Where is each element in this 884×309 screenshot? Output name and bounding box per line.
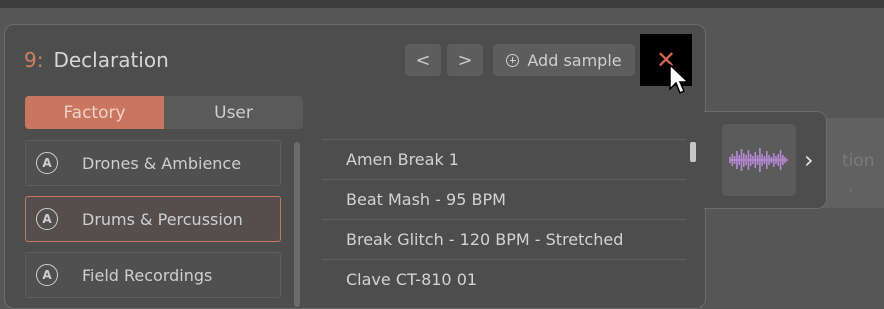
sample-list: Amen Break 1 Beat Mash - 95 BPM Break Gl… bbox=[322, 139, 686, 299]
slot-number: 9: bbox=[24, 48, 44, 72]
library-tabs: Factory User bbox=[25, 96, 303, 129]
preset-name: Declaration bbox=[53, 48, 169, 72]
waveform-thumbnail[interactable] bbox=[722, 124, 796, 196]
next-button[interactable]: > bbox=[447, 44, 483, 76]
sample-item[interactable]: Amen Break 1 bbox=[322, 139, 686, 179]
dialog-title: 9: Declaration bbox=[24, 48, 169, 72]
previous-button[interactable]: < bbox=[405, 44, 441, 76]
category-label: Drones & Ambience bbox=[82, 153, 242, 173]
chevron-left-icon: < bbox=[415, 49, 431, 71]
window-top-strip bbox=[0, 0, 884, 8]
category-drums-percussion[interactable]: A Drums & Percussion bbox=[25, 196, 281, 242]
category-icon: A bbox=[36, 208, 58, 230]
tab-user[interactable]: User bbox=[164, 96, 303, 129]
category-field-recordings[interactable]: A Field Recordings bbox=[25, 252, 281, 298]
add-sample-button[interactable]: Add sample bbox=[493, 44, 635, 76]
sample-item[interactable]: Clave CT-810 01 bbox=[322, 259, 686, 299]
category-icon: A bbox=[36, 152, 58, 174]
chevron-right-icon: > bbox=[457, 49, 473, 71]
plus-circle-icon bbox=[506, 53, 520, 67]
category-label: Field Recordings bbox=[82, 265, 213, 285]
sample-scrollbar-thumb[interactable] bbox=[690, 142, 696, 162]
category-drones-ambience[interactable]: A Drones & Ambience bbox=[25, 140, 281, 186]
tab-factory[interactable]: Factory bbox=[25, 96, 164, 129]
background-ghost-text: tion bbox=[842, 151, 875, 171]
sample-item[interactable]: Beat Mash - 95 BPM bbox=[322, 179, 686, 219]
mouse-cursor-icon bbox=[669, 64, 690, 95]
waveform-icon bbox=[729, 148, 788, 172]
category-scrollbar[interactable] bbox=[294, 142, 300, 307]
add-sample-label: Add sample bbox=[527, 50, 622, 70]
sample-item[interactable]: Break Glitch - 120 BPM - Stretched bbox=[322, 219, 686, 259]
category-icon: A bbox=[36, 264, 58, 286]
expand-chevron-icon[interactable]: › bbox=[804, 146, 814, 174]
background-ghost-chevron: › bbox=[848, 183, 854, 198]
category-label: Drums & Percussion bbox=[82, 209, 243, 229]
